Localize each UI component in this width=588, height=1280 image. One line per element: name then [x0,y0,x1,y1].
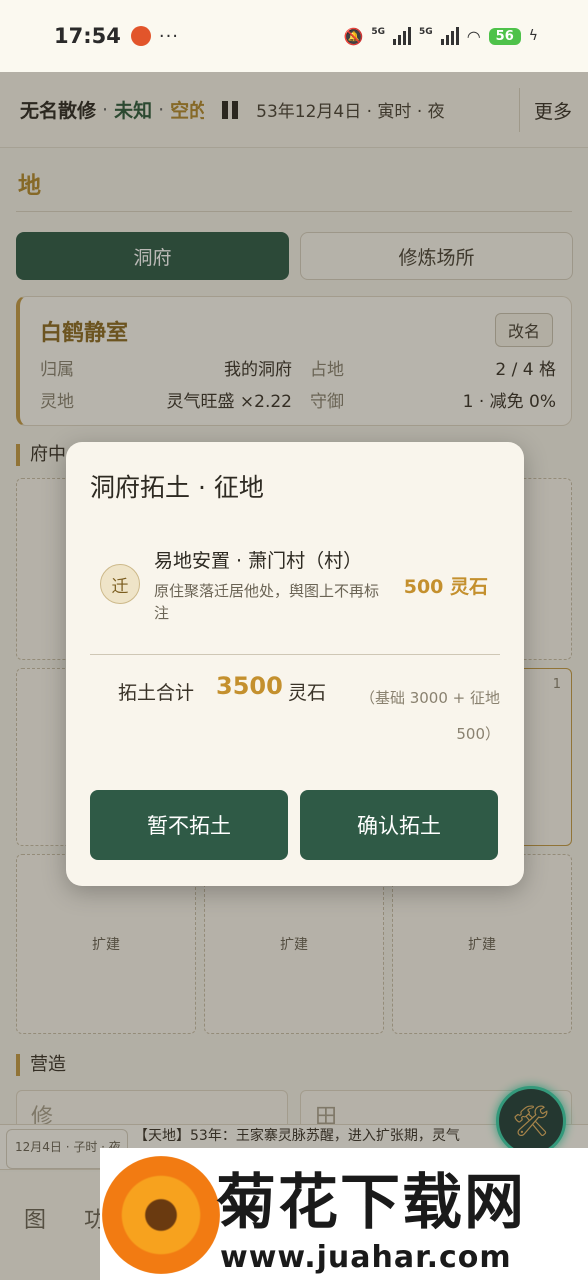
wifi-icon: ◠ [466,26,481,46]
total-value: 3500 [216,672,283,700]
item-cost: 500 灵石 [403,576,488,598]
network-type-label: 5G [371,26,386,37]
network-type-label-2: 5G [419,26,433,37]
expand-land-dialog: 洞府拓土 · 征地 迁 易地安置 · 萧门村（村） 原住聚落迁居他处，舆图上不再… [66,442,524,886]
battery-icon: 56 [488,27,521,45]
confirm-button[interactable]: 确认拓土 [300,790,498,860]
status-bar: 17:54 ··· 🔕 5G 5G ◠ 56 ϟ [0,0,588,72]
watermark: 菊花下载网 www.juahar.com [100,1148,588,1280]
status-time: 17:54 [54,24,121,48]
item-title: 易地安置 · 萧门村（村） [154,550,363,572]
total-label: 拓土合计 [118,682,195,704]
flower-logo-icon [102,1156,220,1274]
divider [90,654,500,655]
watermark-title: 菊花下载网 [216,1168,526,1238]
cost-breakdown: （基础 3000 + 征地 500） [359,689,500,743]
notification-icon [130,26,151,46]
signal-icon [393,27,412,45]
watermark-url: www.juahar.com [220,1240,512,1275]
charging-icon: ϟ [528,28,538,44]
signal-icon-2 [440,27,459,45]
mute-icon: 🔕 [343,26,364,46]
status-icons: 🔕 5G 5G ◠ 56 ϟ [343,27,538,46]
cancel-button[interactable]: 暂不拓土 [90,790,288,860]
relocate-badge: 迁 [100,564,140,604]
total-unit: 灵石 [288,682,327,704]
item-description: 原住聚落迁居他处，舆图上不再标注 [154,582,380,622]
dialog-title: 洞府拓土 · 征地 [90,473,264,502]
more-notifications-icon: ··· [158,25,180,47]
